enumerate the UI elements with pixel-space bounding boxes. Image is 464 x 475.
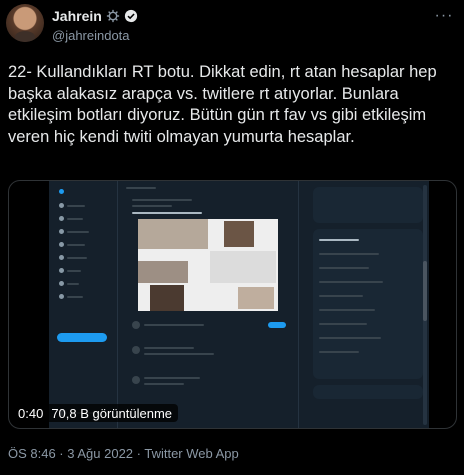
embedded-sidebar <box>49 181 118 428</box>
embedded-trend-line <box>319 323 367 325</box>
embedded-nav-item <box>59 255 87 260</box>
embedded-nav-item <box>59 216 83 221</box>
embedded-reply-avatar <box>132 321 140 329</box>
settings-gear-icon <box>106 9 119 23</box>
embedded-trend-line <box>319 295 363 297</box>
video-info-overlay: 0:40 70,8 B görüntülenme <box>12 404 179 422</box>
embedded-text-line <box>132 199 192 201</box>
embedded-timeline <box>118 181 299 428</box>
embedded-scroll-thumb <box>423 261 427 321</box>
more-options-icon[interactable]: ··· <box>432 6 456 26</box>
embedded-right-panel <box>309 181 429 428</box>
video-player[interactable] <box>8 180 457 429</box>
embedded-nav-item <box>59 268 81 273</box>
embedded-trend-line <box>319 281 383 283</box>
tweet-timestamp[interactable]: ÖS 8:46 · 3 Ağu 2022 · Twitter Web App <box>8 446 239 461</box>
embedded-reply-line <box>144 324 204 326</box>
embedded-trend-line <box>319 337 381 339</box>
embedded-nav-item <box>59 229 89 234</box>
embedded-item-avatar <box>132 346 140 354</box>
tweet-header: Jahrein @jahreindota ··· <box>0 0 464 50</box>
author-name[interactable]: Jahrein <box>52 8 102 24</box>
embedded-footer-box <box>313 385 423 399</box>
avatar[interactable] <box>6 4 44 42</box>
embedded-item-line <box>144 377 200 379</box>
embedded-header-line <box>126 187 156 189</box>
embedded-text-line <box>132 212 202 214</box>
embedded-item-line <box>144 347 194 349</box>
embedded-who-to-follow <box>313 187 423 223</box>
embedded-nav-item <box>59 203 85 208</box>
embedded-nav-item <box>59 242 85 247</box>
video-frame <box>49 181 429 428</box>
embedded-trends <box>313 229 423 379</box>
embedded-trend-line <box>319 267 369 269</box>
author-handle[interactable]: @jahreindota <box>52 28 130 43</box>
embedded-item-line <box>144 383 184 385</box>
tweet-text: 22- Kullandıkları RT botu. Dikkat edin, … <box>8 63 442 146</box>
embedded-trend-line <box>319 351 359 353</box>
embedded-trend-line <box>319 239 359 241</box>
video-time: 0:40 <box>18 405 44 421</box>
verified-badge-icon <box>124 9 137 23</box>
video-views: 70,8 B görüntülenme <box>51 405 173 421</box>
embedded-reply-button <box>268 322 286 328</box>
embedded-meme-image <box>138 219 278 311</box>
embedded-item-line <box>144 353 214 355</box>
embedded-nav-item <box>59 281 79 286</box>
embedded-trend-line <box>319 253 379 255</box>
embedded-text-line <box>132 205 172 207</box>
embedded-item-avatar <box>132 376 140 384</box>
embedded-tweet-button <box>57 333 107 342</box>
embedded-nav-item <box>59 294 83 299</box>
embedded-trend-line <box>319 309 375 311</box>
author-name-row: Jahrein <box>52 8 138 24</box>
embedded-logo-icon <box>59 189 64 194</box>
